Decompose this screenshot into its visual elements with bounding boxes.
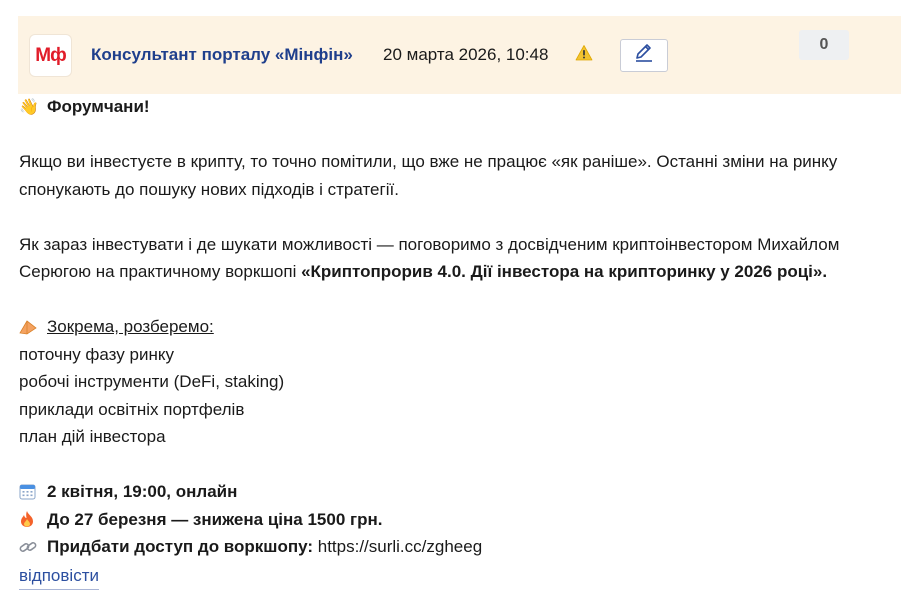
calendar-icon [19,478,38,506]
forum-post: Мф Консультант порталу «Мінфін» 20 марта… [0,0,913,612]
post-body: 👋 Форумчани! Якщо ви інвестуєте в крипту,… [19,93,899,561]
paragraph-1-line-1: Якщо ви інвестуєте в крипту, то точно по… [19,152,838,171]
warning-icon[interactable] [575,44,593,62]
list-item: приклади освітніх портфелів [19,399,245,419]
list-item: план дій інвестора [19,427,166,446]
event-date: 2 квітня, 19:00, онлайн [47,482,238,501]
paragraph-2-text: Серюгою на практичному воркшопі [19,262,302,281]
reply-link[interactable]: відповісти [19,566,99,590]
post-date: 20 марта 2026, 10:48 [383,45,549,64]
paragraph-2-line-2: Серюгою на практичному воркшопі «Криптоп… [19,258,899,286]
post-header: Мф Консультант порталу «Мінфін» 20 марта… [18,16,901,94]
rating-counter[interactable]: 0 [799,30,849,60]
author-name[interactable]: Консультант порталу «Мінфін» [91,45,353,65]
event-date-line: 2 квітня, 19:00, онлайн [19,478,899,506]
greeting-line: 👋 Форумчани! [19,93,899,121]
list-item: робочі інструменти (DeFi, staking) [19,372,285,391]
paragraph-2-line-1: Як зараз інвестувати і де шукати можливо… [19,234,840,254]
greeting-text: Форумчани! [47,97,150,116]
link-icon [19,533,38,561]
fire-icon [19,506,38,534]
price-text: До 27 березня — знижена ціна 1500 грн. [47,509,383,529]
list-heading: Зокрема, розберемо: [47,317,214,336]
waving-hand-icon: 👋 [19,97,39,116]
pencil-icon [633,43,655,68]
access-url[interactable]: https://surli.cc/zgheeg [313,537,482,556]
list-heading-line: Зокрема, розберемо: [19,313,899,341]
workshop-title: «Криптопрорив 4.0. Дії інвестора на крип… [301,262,828,281]
pointer-icon [19,313,38,341]
access-line: Придбати доступ до воркшопу: https://sur… [19,533,899,561]
price-line: До 27 березня — знижена ціна 1500 грн. [19,506,899,534]
paragraph-1-line-2: спонукають до пошуку нових підходів і ст… [19,179,399,199]
list-item: поточну фазу ринку [19,344,174,364]
edit-button[interactable] [620,39,668,72]
access-label: Придбати доступ до воркшопу: [47,537,314,556]
author-avatar[interactable]: Мф [30,35,71,76]
